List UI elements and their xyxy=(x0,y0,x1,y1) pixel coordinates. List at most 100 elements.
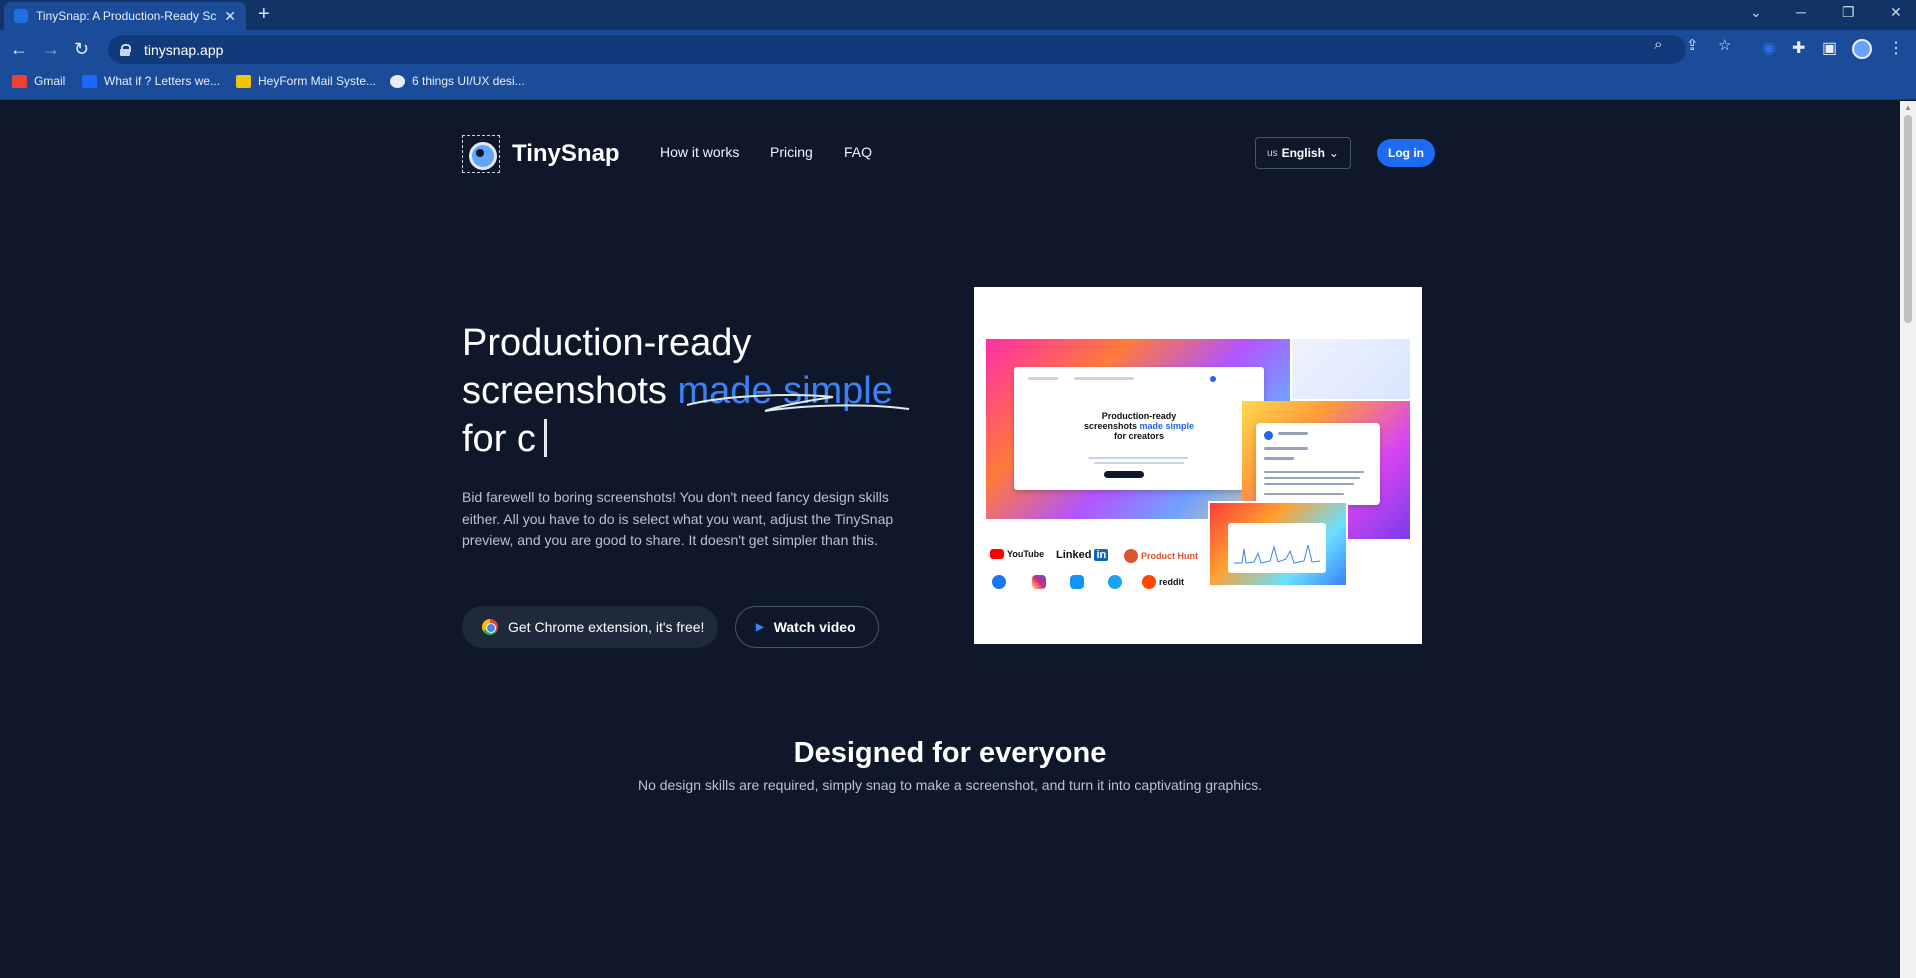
mini-text-line xyxy=(1088,457,1188,459)
forward-arrow-icon[interactable]: → xyxy=(42,38,60,60)
folder-icon xyxy=(236,74,251,88)
mini-nav-bar xyxy=(1028,377,1058,380)
zoom-icon[interactable]: ⌕ xyxy=(1654,36,1662,53)
more-menu-icon[interactable]: ⋮ xyxy=(1888,38,1904,58)
preview-tweet-card xyxy=(1256,423,1380,505)
address-bar[interactable]: tinysnap.app xyxy=(108,35,1686,64)
get-chrome-extension-button[interactable]: Get Chrome extension, it's free! xyxy=(462,606,718,648)
nav-faq[interactable]: FAQ xyxy=(844,144,872,160)
hero-preview-image: Production-ready screenshots made simple… xyxy=(974,287,1422,644)
profile-avatar[interactable] xyxy=(1852,39,1872,59)
preview-title-line: Production-ready xyxy=(1101,411,1177,421)
browser-toolbar: ← → ↻ tinysnap.app ⌕ ⇪ ☆ ◉ ✚ ▣ ⋮ xyxy=(0,30,1916,68)
bookmark-heyform[interactable]: HeyForm Mail Syste... xyxy=(236,74,376,88)
chevron-down-icon: ⌄ xyxy=(1328,146,1339,160)
section-title: Designed for everyone xyxy=(793,737,1107,769)
hero-description: Bid farewell to boring screenshots! You … xyxy=(462,489,894,548)
extension-tinysnap-icon[interactable]: ◉ xyxy=(1762,38,1776,58)
mini-text-line xyxy=(1264,471,1364,473)
mini-chart-icon xyxy=(1234,544,1320,564)
globe-icon xyxy=(390,74,405,88)
watch-video-button[interactable]: ▶ Watch video xyxy=(735,606,879,648)
hero-title-line2: screenshots xyxy=(462,370,678,412)
bookmark-label: 6 things UI/UX desi... xyxy=(412,74,525,88)
mini-button xyxy=(1104,471,1144,478)
social-label: Linked xyxy=(1056,549,1092,561)
tab-title: TinySnap: A Production-Ready Sc xyxy=(36,9,217,23)
bookmark-label: HeyForm Mail Syste... xyxy=(258,74,377,88)
scrollbar-thumb[interactable] xyxy=(1904,115,1912,323)
minimize-icon[interactable]: ─ xyxy=(1796,4,1806,20)
scroll-up-icon[interactable]: ▲ xyxy=(1904,103,1912,112)
facebook-icon xyxy=(992,575,1006,589)
page-content: TinySnap How it works Pricing FAQ us Eng… xyxy=(0,101,1900,978)
language-select[interactable]: us English ⌄ xyxy=(1255,137,1351,169)
bookmark-behance[interactable]: What if ? Letters we... xyxy=(82,74,220,88)
close-tab-icon[interactable]: ✕ xyxy=(224,8,236,25)
tab-search-chevron-icon[interactable]: ⌄ xyxy=(1750,4,1762,21)
social-label: reddit xyxy=(1159,577,1185,587)
linkedin-icon: in xyxy=(1094,549,1109,561)
tinysnap-favicon-icon xyxy=(14,9,28,23)
login-button[interactable]: Log in xyxy=(1377,139,1435,167)
page-scrollbar[interactable]: ▲ xyxy=(1900,101,1916,978)
linkedin-logo: Linked in xyxy=(1056,549,1109,561)
youtube-logo: YouTube xyxy=(990,549,1044,559)
bookmark-uiux[interactable]: 6 things UI/UX desi... xyxy=(390,74,525,88)
side-panel-icon[interactable]: ▣ xyxy=(1822,38,1837,58)
mini-text-line xyxy=(1278,432,1308,435)
browser-tab-bar: TinySnap: A Production-Ready Sc ✕ + ⌄ ─ … xyxy=(0,0,1916,30)
mini-text-line xyxy=(1094,462,1184,464)
mini-text-line xyxy=(1264,493,1344,495)
country-code: us xyxy=(1267,147,1278,159)
preview-title-line: screenshots xyxy=(1083,421,1140,431)
nav-pricing[interactable]: Pricing xyxy=(770,144,813,160)
bookmark-gmail[interactable]: Gmail xyxy=(12,74,65,88)
hero-title-line1: Production-ready xyxy=(462,322,752,364)
bookmark-star-icon[interactable]: ☆ xyxy=(1718,36,1731,54)
back-arrow-icon[interactable]: ← xyxy=(10,38,28,60)
preview-title-highlight: made simple xyxy=(1139,421,1195,431)
browser-tab-active[interactable]: TinySnap: A Production-Ready Sc ✕ xyxy=(4,2,246,30)
close-window-icon[interactable]: ✕ xyxy=(1890,4,1902,21)
video-button-label: Watch video xyxy=(773,619,856,635)
bookmarks-bar: Gmail What if ? Letters we... HeyForm Ma… xyxy=(0,68,1916,100)
behance-icon xyxy=(82,74,97,88)
mini-text-line xyxy=(1264,477,1360,479)
twitter-icon xyxy=(1108,575,1122,589)
mini-nav-bar xyxy=(1074,377,1134,380)
hero-title-typing: for c xyxy=(462,418,536,460)
restore-icon[interactable]: ❐ xyxy=(1842,4,1855,21)
mini-text-line xyxy=(1264,457,1294,460)
preview-screenshot-card: Production-ready screenshots made simple… xyxy=(1014,367,1264,490)
mini-text-line xyxy=(1264,483,1354,485)
nav-how-it-works[interactable]: How it works xyxy=(660,144,739,160)
new-tab-icon[interactable]: + xyxy=(258,3,270,26)
tinysnap-logo[interactable]: TinySnap xyxy=(462,135,620,173)
youtube-icon xyxy=(990,549,1004,559)
camera-lens-icon xyxy=(462,135,500,173)
bookmark-label: Gmail xyxy=(34,74,66,88)
extensions-puzzle-icon[interactable]: ✚ xyxy=(1792,38,1805,58)
brand-name: TinySnap xyxy=(512,140,620,167)
language-label: English xyxy=(1281,146,1325,160)
share-icon[interactable]: ⇪ xyxy=(1686,36,1699,54)
mini-text-line xyxy=(1264,447,1308,450)
social-label: YouTube xyxy=(1007,549,1045,559)
typing-cursor xyxy=(543,419,547,457)
gradient-background xyxy=(1292,339,1410,399)
highlight-scribble-icon xyxy=(686,394,910,412)
chrome-button-label: Get Chrome extension, it's free! xyxy=(508,619,705,635)
lock-icon xyxy=(120,43,131,56)
product-hunt-logo: Product Hunt xyxy=(1124,549,1198,563)
bookmark-label: What if ? Letters we... xyxy=(104,74,221,88)
instagram-icon xyxy=(1032,575,1046,589)
play-icon: ▶ xyxy=(756,621,764,633)
preview-card-title: Production-ready screenshots made simple… xyxy=(1014,411,1264,441)
app-store-icon xyxy=(1070,575,1084,589)
chrome-icon xyxy=(482,619,498,635)
avatar xyxy=(1264,431,1273,440)
gmail-icon xyxy=(12,74,27,88)
mini-login-dot xyxy=(1210,376,1216,382)
reload-icon[interactable]: ↻ xyxy=(74,38,89,60)
